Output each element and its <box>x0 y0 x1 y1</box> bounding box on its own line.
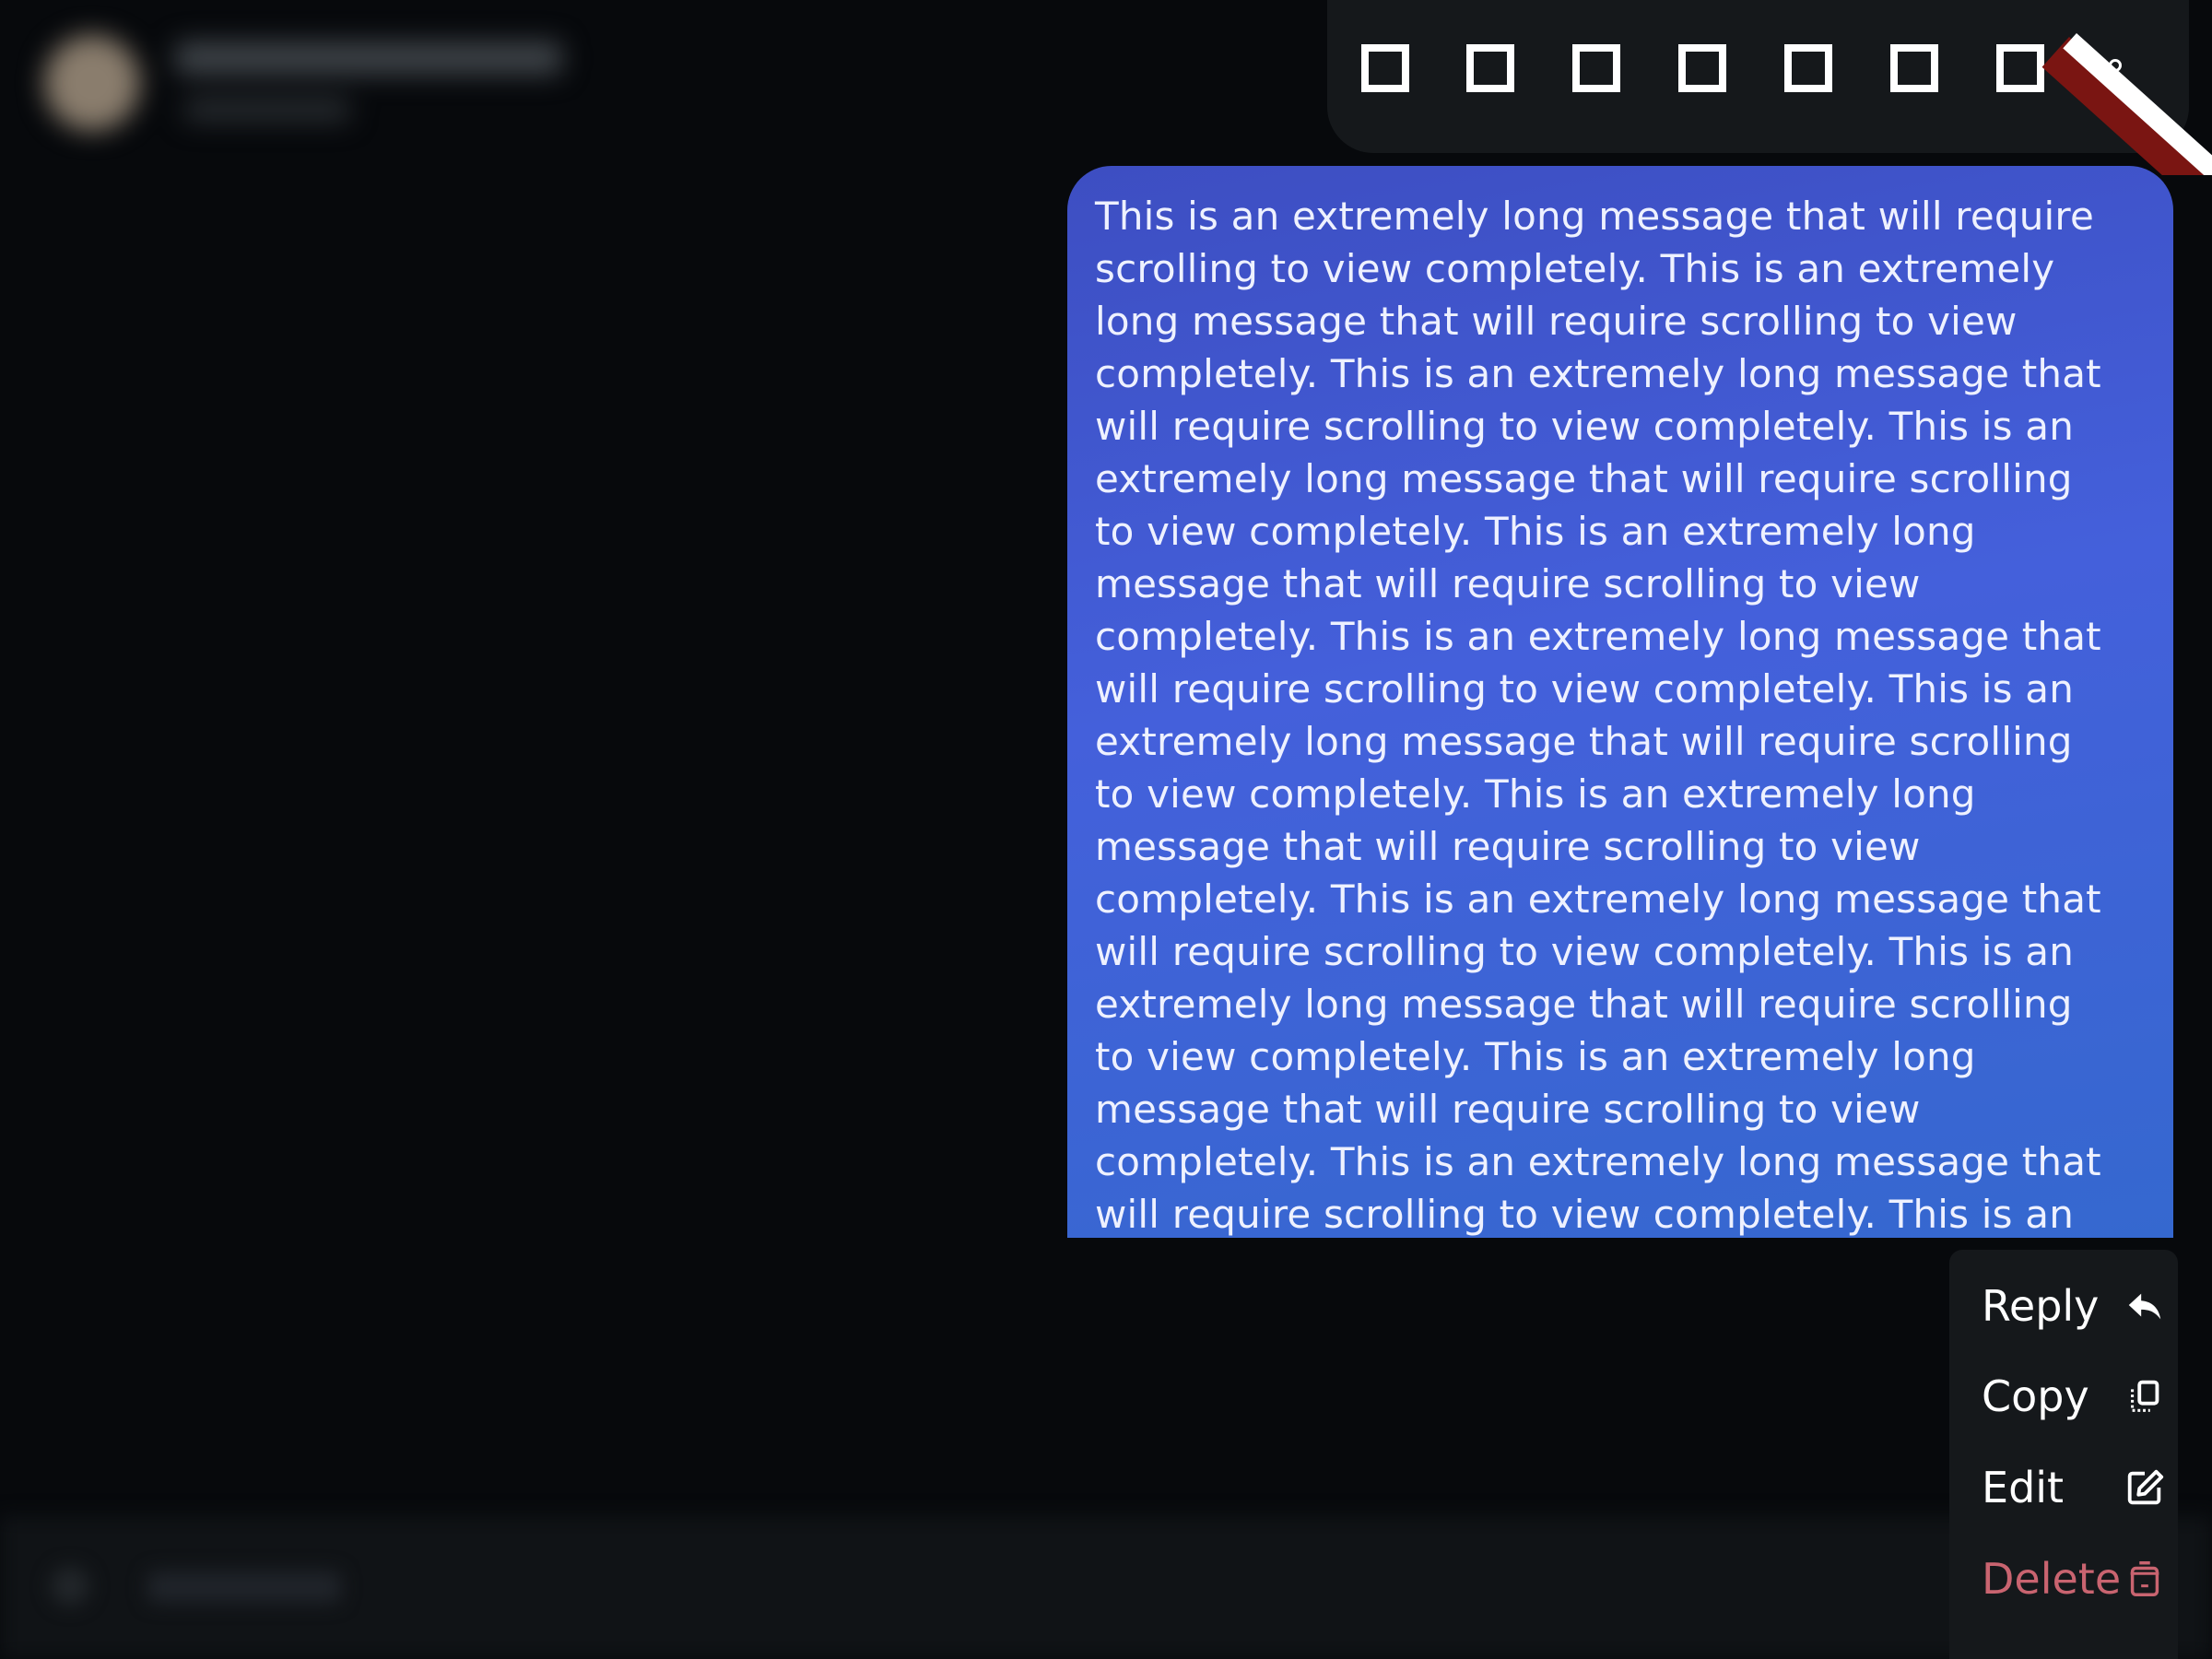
message-bubble[interactable]: This is an extremely long message that w… <box>1067 166 2173 1238</box>
edit-menu-item[interactable]: Edit <box>1982 1450 2166 1524</box>
message-context-menu: Reply Copy Edit Delete <box>1949 1250 2178 1659</box>
reply-icon <box>2128 1293 2161 1320</box>
contact-name-placeholder <box>175 41 562 75</box>
edit-label: Edit <box>1982 1463 2065 1512</box>
copy-menu-item[interactable]: Copy <box>1982 1359 2166 1432</box>
reaction-emoji-4[interactable] <box>1678 44 1726 92</box>
reaction-emoji-2[interactable] <box>1466 44 1514 92</box>
reaction-emoji-5[interactable] <box>1784 44 1832 92</box>
more-dots-icon[interactable] <box>2083 52 2138 79</box>
chat-screen: This is an extremely long message that w… <box>0 0 2212 1659</box>
edit-icon <box>2127 1469 2164 1505</box>
delete-label: Delete <box>1982 1554 2122 1604</box>
delete-menu-item[interactable]: Delete <box>1982 1541 2166 1615</box>
copy-label: Copy <box>1982 1371 2089 1421</box>
reaction-bar <box>1327 0 2189 153</box>
message-text: This is an extremely long message that w… <box>1095 194 2101 1237</box>
reaction-emoji-6[interactable] <box>1890 44 1938 92</box>
avatar <box>44 35 140 131</box>
reply-menu-item[interactable]: Reply <box>1982 1268 2166 1342</box>
contact-status-placeholder <box>184 98 350 122</box>
reaction-emoji-1[interactable] <box>1361 44 1409 92</box>
message-input-placeholder <box>147 1571 341 1603</box>
reply-label: Reply <box>1982 1281 2100 1331</box>
trash-icon <box>2130 1561 2159 1596</box>
reaction-emoji-3[interactable] <box>1572 44 1620 92</box>
chat-header-blurred <box>0 0 700 157</box>
copy-icon <box>2131 1380 2159 1412</box>
attach-icon <box>51 1567 89 1606</box>
reaction-emoji-7[interactable] <box>1996 44 2044 92</box>
